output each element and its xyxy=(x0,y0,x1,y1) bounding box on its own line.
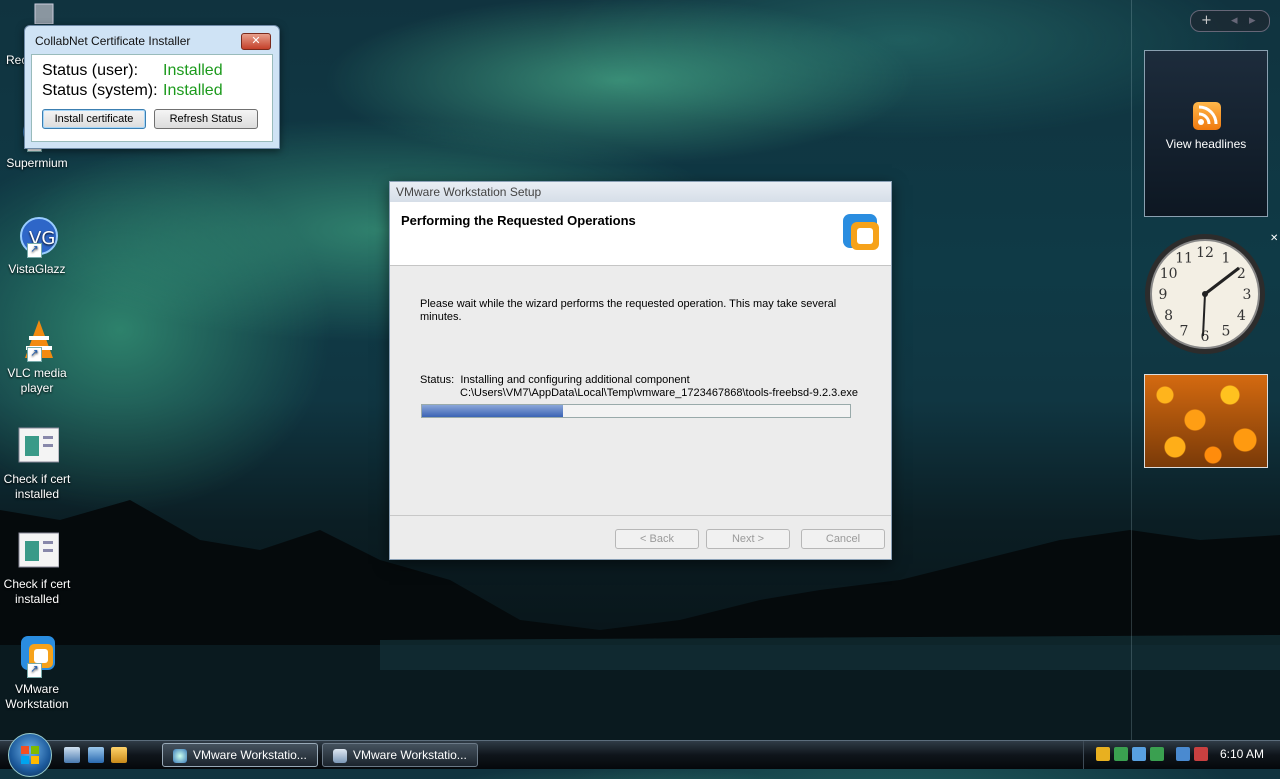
clock-gadget[interactable]: 12 1234567891011 xyxy=(1143,232,1267,356)
desktop-icon-label: Supermium xyxy=(6,156,68,170)
shortcut-arrow-icon: ↗ xyxy=(27,347,42,362)
wizard-divider xyxy=(390,515,891,516)
vmware-setup-window[interactable]: VMware Workstation Setup Performing the … xyxy=(389,181,892,560)
switch-windows-icon[interactable] xyxy=(88,747,104,763)
close-button[interactable]: ✕ xyxy=(241,33,271,50)
clock-numeral: 3 xyxy=(1243,287,1252,303)
user-status-label: Status (user): xyxy=(42,62,139,79)
slideshow-gadget[interactable] xyxy=(1144,374,1268,468)
wizard-header: Performing the Requested Operations xyxy=(390,202,891,266)
clock-numeral: 12 xyxy=(1196,245,1214,261)
taskbar-item-label: VMware Workstatio... xyxy=(353,748,467,762)
refresh-status-button[interactable]: Refresh Status xyxy=(154,109,258,129)
vmware-setup-icon xyxy=(333,748,347,763)
install-progress-bar xyxy=(421,404,851,418)
display-icon[interactable] xyxy=(1176,747,1190,761)
desktop-icon-recycle-bin[interactable]: Rec xyxy=(0,0,74,67)
system-status-row: Status (system): Installed xyxy=(42,82,223,100)
desktop-icon-vistaglazz[interactable]: VG ↗ VistaGlazz xyxy=(0,214,74,277)
previous-page-button[interactable]: ◂ xyxy=(1231,11,1238,31)
back-button[interactable]: < Back xyxy=(615,529,699,549)
taskbar: VMware Workstatio... VMware Workstatio..… xyxy=(0,740,1280,769)
desktop-icon-label: VLC media player xyxy=(7,366,67,395)
collabnet-body: Status (user): Installed Status (system):… xyxy=(31,54,273,142)
user-status-row: Status (user): Installed xyxy=(42,62,223,80)
desktop-icon-label: Check if cert installed xyxy=(3,577,71,606)
desktop-icon-label: VistaGlazz xyxy=(8,262,66,276)
wizard-message-line2: minutes. xyxy=(420,311,462,323)
install-certificate-button[interactable]: Install certificate xyxy=(42,109,146,129)
checkmark-icon[interactable] xyxy=(1150,747,1164,761)
clock-numeral: 7 xyxy=(1180,323,1189,339)
clock-numeral: 6 xyxy=(1201,329,1210,345)
install-status-text: Status: Installing and configuring addit… xyxy=(420,374,690,386)
collabnet-window[interactable]: CollabNet Certificate Installer ✕ Status… xyxy=(24,25,280,149)
feed-headlines-gadget[interactable]: View headlines xyxy=(1144,50,1268,217)
view-headlines-link[interactable]: View headlines xyxy=(1145,137,1267,151)
desktop-icon-vlc[interactable]: ↗ VLC media player xyxy=(0,318,74,396)
wizard-heading: Performing the Requested Operations xyxy=(401,213,636,228)
system-tray: 6:10 AM xyxy=(1083,741,1280,769)
document-icon xyxy=(15,529,60,573)
shortcut-arrow-icon: ↗ xyxy=(27,243,42,258)
folder-icon[interactable] xyxy=(111,747,127,763)
show-desktop-icon[interactable] xyxy=(64,747,80,763)
sidebar-controls: + ◂ ▸ xyxy=(1190,10,1270,32)
desktop-icon-label: Check if cert installed xyxy=(3,472,71,501)
user-status-value: Installed xyxy=(163,62,223,79)
desktop-icon-vmware[interactable]: ↗ VMware Workstation xyxy=(0,634,74,712)
clock-numeral: 8 xyxy=(1164,308,1173,324)
system-status-value: Installed xyxy=(163,82,223,99)
sidebar-divider xyxy=(1131,0,1132,740)
vmware-logo-icon xyxy=(843,214,879,250)
taskbar-item-supermium[interactable]: VMware Workstatio... xyxy=(162,743,318,767)
shortcut-arrow-icon: ↗ xyxy=(27,663,42,678)
install-path-text: C:\Users\VM7\AppData\Local\Temp\vmware_1… xyxy=(460,387,859,399)
supermium-browser-icon xyxy=(173,748,187,763)
desktop-icon-label: VMware Workstation xyxy=(5,682,69,711)
next-button[interactable]: Next > xyxy=(706,529,790,549)
vmware-setup-title: VMware Workstation Setup xyxy=(390,182,891,202)
sync-icon[interactable] xyxy=(1132,747,1146,761)
windows-logo-icon xyxy=(21,746,39,764)
next-page-button[interactable]: ▸ xyxy=(1249,11,1256,31)
wizard-message-line1: Please wait while the wizard performs th… xyxy=(420,298,837,310)
gadget-close-icon[interactable]: ✕ xyxy=(1270,233,1278,244)
taskbar-item-label: VMware Workstatio... xyxy=(193,748,307,762)
system-status-label: Status (system): xyxy=(42,82,158,99)
progress-fill xyxy=(422,405,564,417)
clock-numeral: 1 xyxy=(1222,251,1231,267)
clock-numeral: 5 xyxy=(1222,323,1231,339)
taskbar-clock[interactable]: 6:10 AM xyxy=(1220,741,1264,767)
desktop-icon-check-cert-1[interactable]: Check if cert installed xyxy=(0,424,74,502)
taskbar-item-vmware-setup[interactable]: VMware Workstatio... xyxy=(322,743,478,767)
add-gadget-button[interactable]: + xyxy=(1201,11,1212,31)
vistaglazz-icon: VG ↗ xyxy=(15,214,59,258)
volume-muted-icon[interactable] xyxy=(1194,747,1208,761)
clock-numeral: 11 xyxy=(1175,251,1193,267)
desktop-icon-check-cert-2[interactable]: Check if cert installed xyxy=(0,529,74,607)
document-icon xyxy=(15,424,60,468)
rss-feed-icon xyxy=(1193,102,1221,130)
clock-numeral: 10 xyxy=(1160,266,1178,282)
security-shield-icon[interactable] xyxy=(1096,747,1110,761)
clock-numeral: 4 xyxy=(1237,308,1246,324)
vmware-icon: ↗ xyxy=(15,634,59,678)
vlc-cone-icon: ↗ xyxy=(15,318,59,362)
clock-numeral: 9 xyxy=(1159,287,1168,303)
start-button[interactable] xyxy=(8,733,52,777)
recycle-bin-icon xyxy=(15,0,59,25)
network-icon[interactable] xyxy=(1114,747,1128,761)
cancel-button[interactable]: Cancel xyxy=(801,529,885,549)
